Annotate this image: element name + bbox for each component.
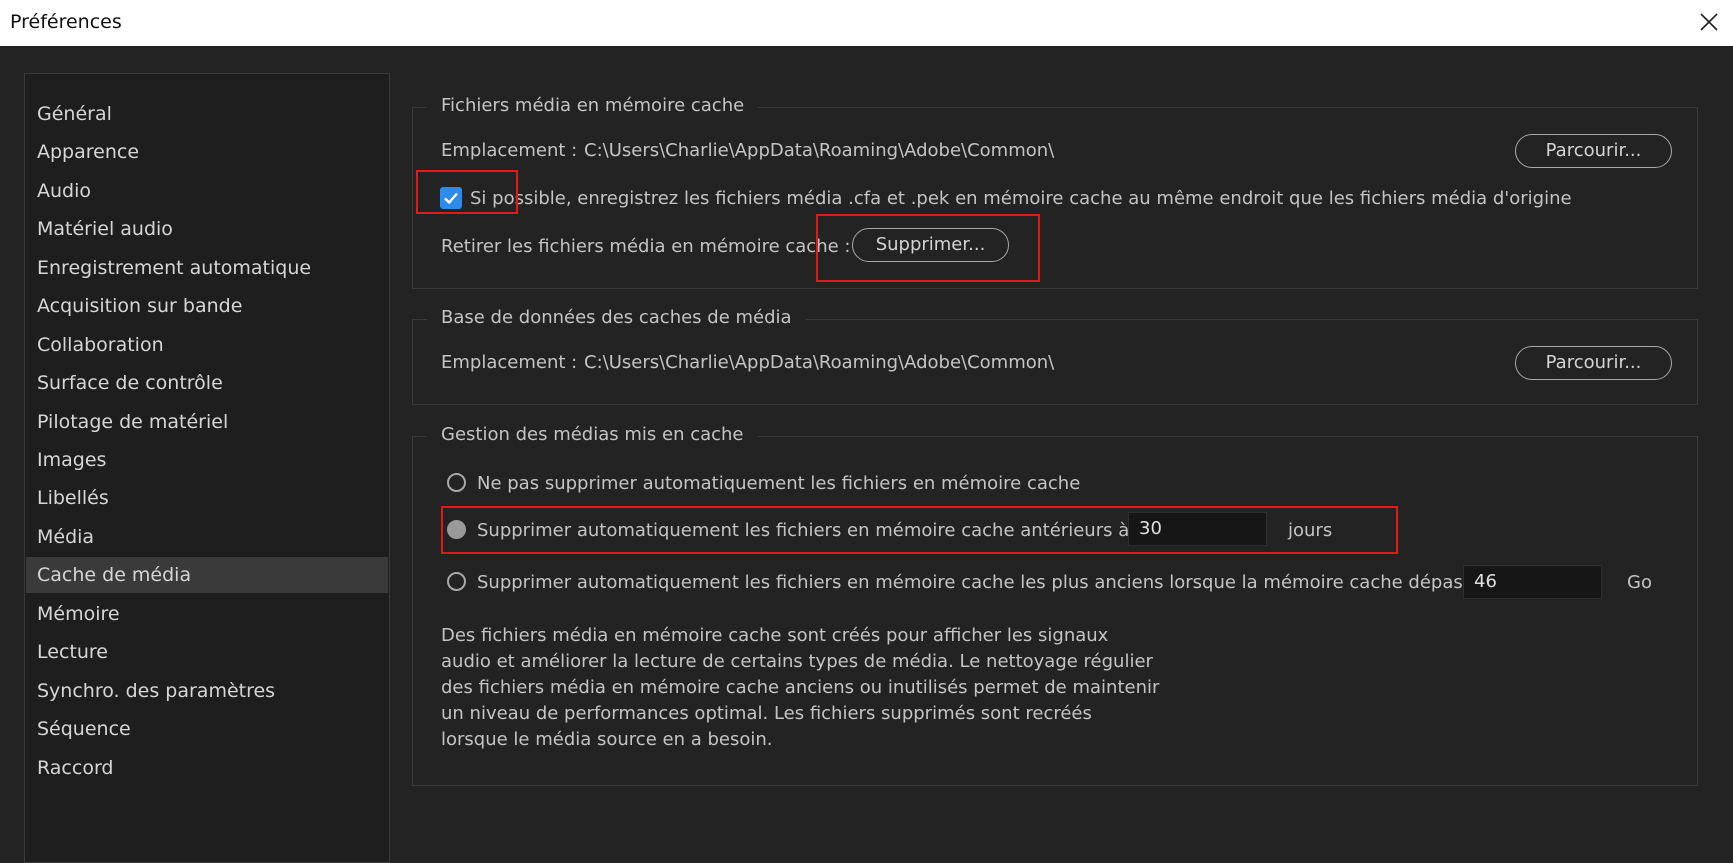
sidebar-item-sync-settings[interactable]: Synchro. des paramètres: [26, 673, 388, 709]
browse-button[interactable]: Parcourir...: [1515, 346, 1672, 380]
days-unit-label: jours: [1288, 520, 1333, 541]
sidebar-item-media-cache[interactable]: Cache de média: [26, 557, 388, 593]
sidebar-item-memory[interactable]: Mémoire: [26, 596, 388, 632]
window-title: Préférences: [10, 11, 122, 33]
sidebar-item-device-control[interactable]: Pilotage de matériel: [26, 404, 388, 440]
sidebar-item-audio[interactable]: Audio: [26, 173, 388, 209]
radio-label: Ne pas supprimer automatiquement les fic…: [477, 473, 1081, 494]
save-beside-originals-checkbox[interactable]: [440, 187, 462, 209]
cache-db-path: C:\Users\Charlie\AppData\Roaming\Adobe\C…: [584, 352, 1055, 373]
sidebar-item-trim[interactable]: Raccord: [26, 750, 388, 786]
browse-button[interactable]: Parcourir...: [1515, 134, 1672, 168]
sidebar-item-capture[interactable]: Acquisition sur bande: [26, 288, 388, 324]
days-input[interactable]: 30: [1128, 512, 1267, 546]
sidebar-item-auto-save[interactable]: Enregistrement automatique: [26, 250, 388, 286]
cache-files-path: C:\Users\Charlie\AppData\Roaming\Adobe\C…: [584, 140, 1055, 161]
delete-button[interactable]: Supprimer...: [852, 228, 1009, 262]
group-title: Base de données des caches de média: [427, 307, 806, 328]
radio-no-auto-delete[interactable]: [447, 473, 466, 492]
sidebar-item-media[interactable]: Média: [26, 519, 388, 555]
checkmark-icon: [444, 192, 458, 205]
sidebar-item-playback[interactable]: Lecture: [26, 634, 388, 670]
sidebar-item-audio-hardware[interactable]: Matériel audio: [26, 211, 388, 247]
sidebar-item-general[interactable]: Général: [26, 96, 388, 132]
sidebar-item-collaboration[interactable]: Collaboration: [26, 327, 388, 363]
title-bar: Préférences: [0, 0, 1733, 46]
group-title: Gestion des médias mis en cache: [427, 424, 758, 445]
sidebar-item-graphics[interactable]: Images: [26, 442, 388, 478]
radio-delete-when-exceeds[interactable]: [447, 572, 466, 591]
size-limit-input[interactable]: 46: [1463, 565, 1602, 599]
preferences-sidebar: Général Apparence Audio Matériel audio E…: [24, 73, 390, 863]
sidebar-item-appearance[interactable]: Apparence: [26, 134, 388, 170]
location-label: Emplacement :: [441, 140, 578, 161]
cache-description: Des fichiers média en mémoire cache sont…: [441, 625, 1160, 750]
radio-delete-older-than[interactable]: [447, 520, 466, 539]
radio-label: Supprimer automatiquement les fichiers e…: [477, 572, 1495, 593]
close-icon[interactable]: [1695, 8, 1723, 36]
checkbox-label: Si possible, enregistrez les fichiers mé…: [470, 188, 1572, 209]
sidebar-item-control-surface[interactable]: Surface de contrôle: [26, 365, 388, 401]
location-label: Emplacement :: [441, 352, 578, 373]
sidebar-item-labels[interactable]: Libellés: [26, 480, 388, 516]
radio-label: Supprimer automatiquement les fichiers e…: [477, 520, 1142, 541]
size-unit-label: Go: [1627, 572, 1652, 593]
group-title: Fichiers média en mémoire cache: [427, 95, 759, 116]
remove-cache-label: Retirer les fichiers média en mémoire ca…: [441, 236, 851, 257]
sidebar-item-timeline[interactable]: Séquence: [26, 711, 388, 747]
